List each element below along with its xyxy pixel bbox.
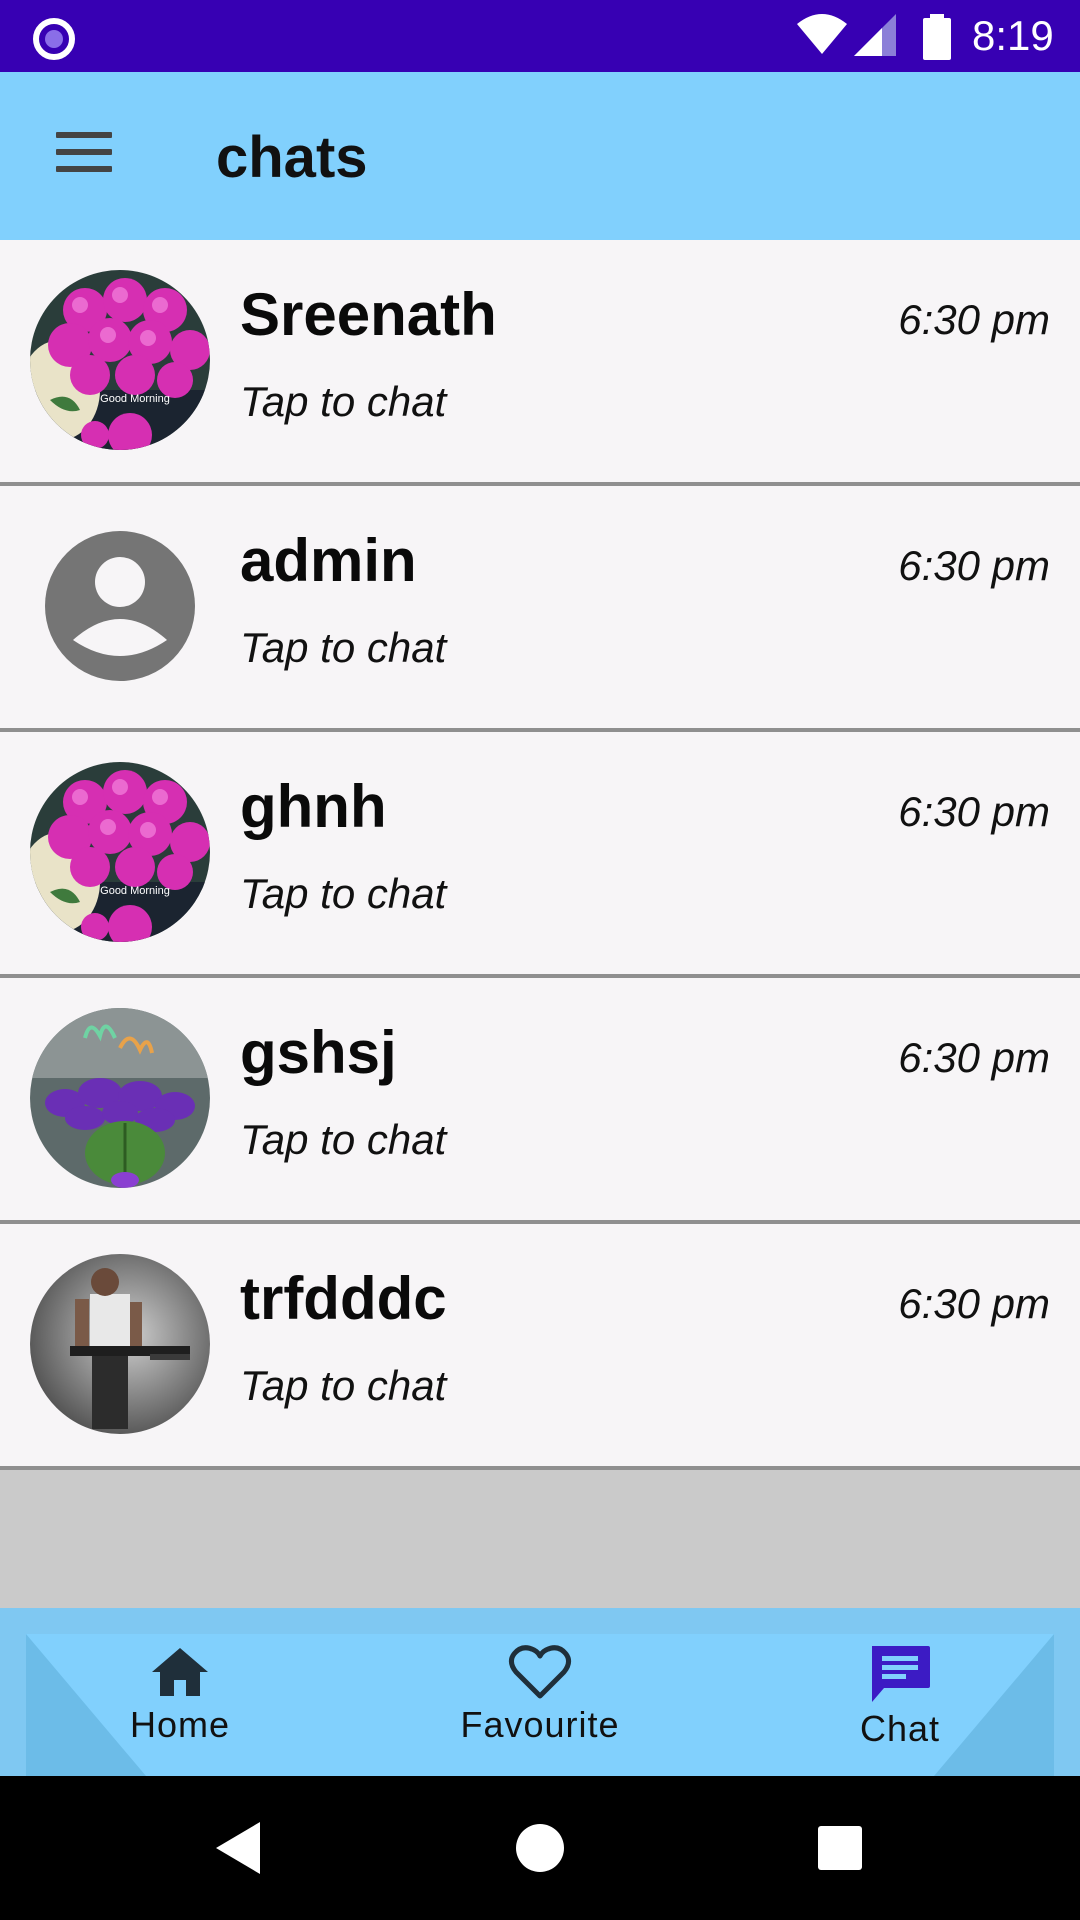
avatar-caption: Good Morning [100,885,170,897]
avatar[interactable] [30,516,210,696]
chat-item[interactable]: Good Morning Sreenath Tap to chat 6:30 p… [0,240,1080,486]
default-person-icon [45,531,195,681]
avatar[interactable] [30,1254,210,1434]
back-icon[interactable] [214,1820,264,1876]
avatar[interactable]: Good Morning [30,270,210,450]
status-bar: 8:19 [0,0,1080,72]
chat-name: gshsj [240,1019,397,1086]
chat-item[interactable]: admin Tap to chat 6:30 pm [0,486,1080,732]
chat-time: 6:30 pm [898,542,1050,589]
status-time: 8:19 [972,12,1054,59]
chat-subtitle: Tap to chat [240,1116,447,1163]
chat-icon [872,1646,930,1702]
avatar[interactable]: Good Morning [30,762,210,942]
system-navigation-bar [0,1776,1080,1920]
chat-subtitle: Tap to chat [240,1362,447,1409]
nav-home-label: Home [129,1704,231,1745]
avatar-caption: Good Morning [100,393,170,405]
menu-icon[interactable] [46,122,122,182]
chat-subtitle: Tap to chat [240,870,447,917]
home-icon [152,1648,208,1696]
chat-name: ghnh [240,773,387,840]
chat-name: admin [240,527,417,594]
nav-home[interactable]: Home [60,1638,300,1768]
chat-time: 6:30 pm [898,788,1050,835]
chat-subtitle: Tap to chat [240,624,447,671]
app-bar: chats [0,72,1080,240]
page-title: chats [216,125,368,190]
nav-chat-label: Chat [859,1708,941,1749]
chat-item[interactable]: gshsj Tap to chat 6:30 pm [0,978,1080,1224]
chat-name: trfdddc [240,1265,447,1332]
wifi-icon [797,14,847,54]
nav-chat[interactable]: Chat [780,1638,1020,1768]
avatar[interactable] [30,1008,210,1188]
chat-item[interactable]: Good Morning ghnh Tap to chat 6:30 pm [0,732,1080,978]
nav-favourite[interactable]: Favourite [420,1638,660,1768]
chat-item[interactable]: trfdddc Tap to chat 6:30 pm [0,1224,1080,1470]
cell-signal-icon [854,14,896,56]
chat-time: 6:30 pm [898,1034,1050,1081]
bottom-navigation: Home Favourite Chat [0,1608,1080,1776]
nav-favourite-label: Favourite [460,1704,620,1745]
recents-icon[interactable] [818,1826,862,1870]
chat-name: Sreenath [240,281,497,348]
chat-subtitle: Tap to chat [240,378,447,425]
notification-icon [33,18,75,60]
chat-time: 6:30 pm [898,296,1050,343]
chat-time: 6:30 pm [898,1280,1050,1327]
chat-list: Good Morning Sreenath Tap to chat 6:30 p… [0,240,1080,1470]
battery-icon [923,14,951,60]
heart-outline-icon [508,1645,572,1699]
home-circle-icon[interactable] [516,1824,564,1872]
